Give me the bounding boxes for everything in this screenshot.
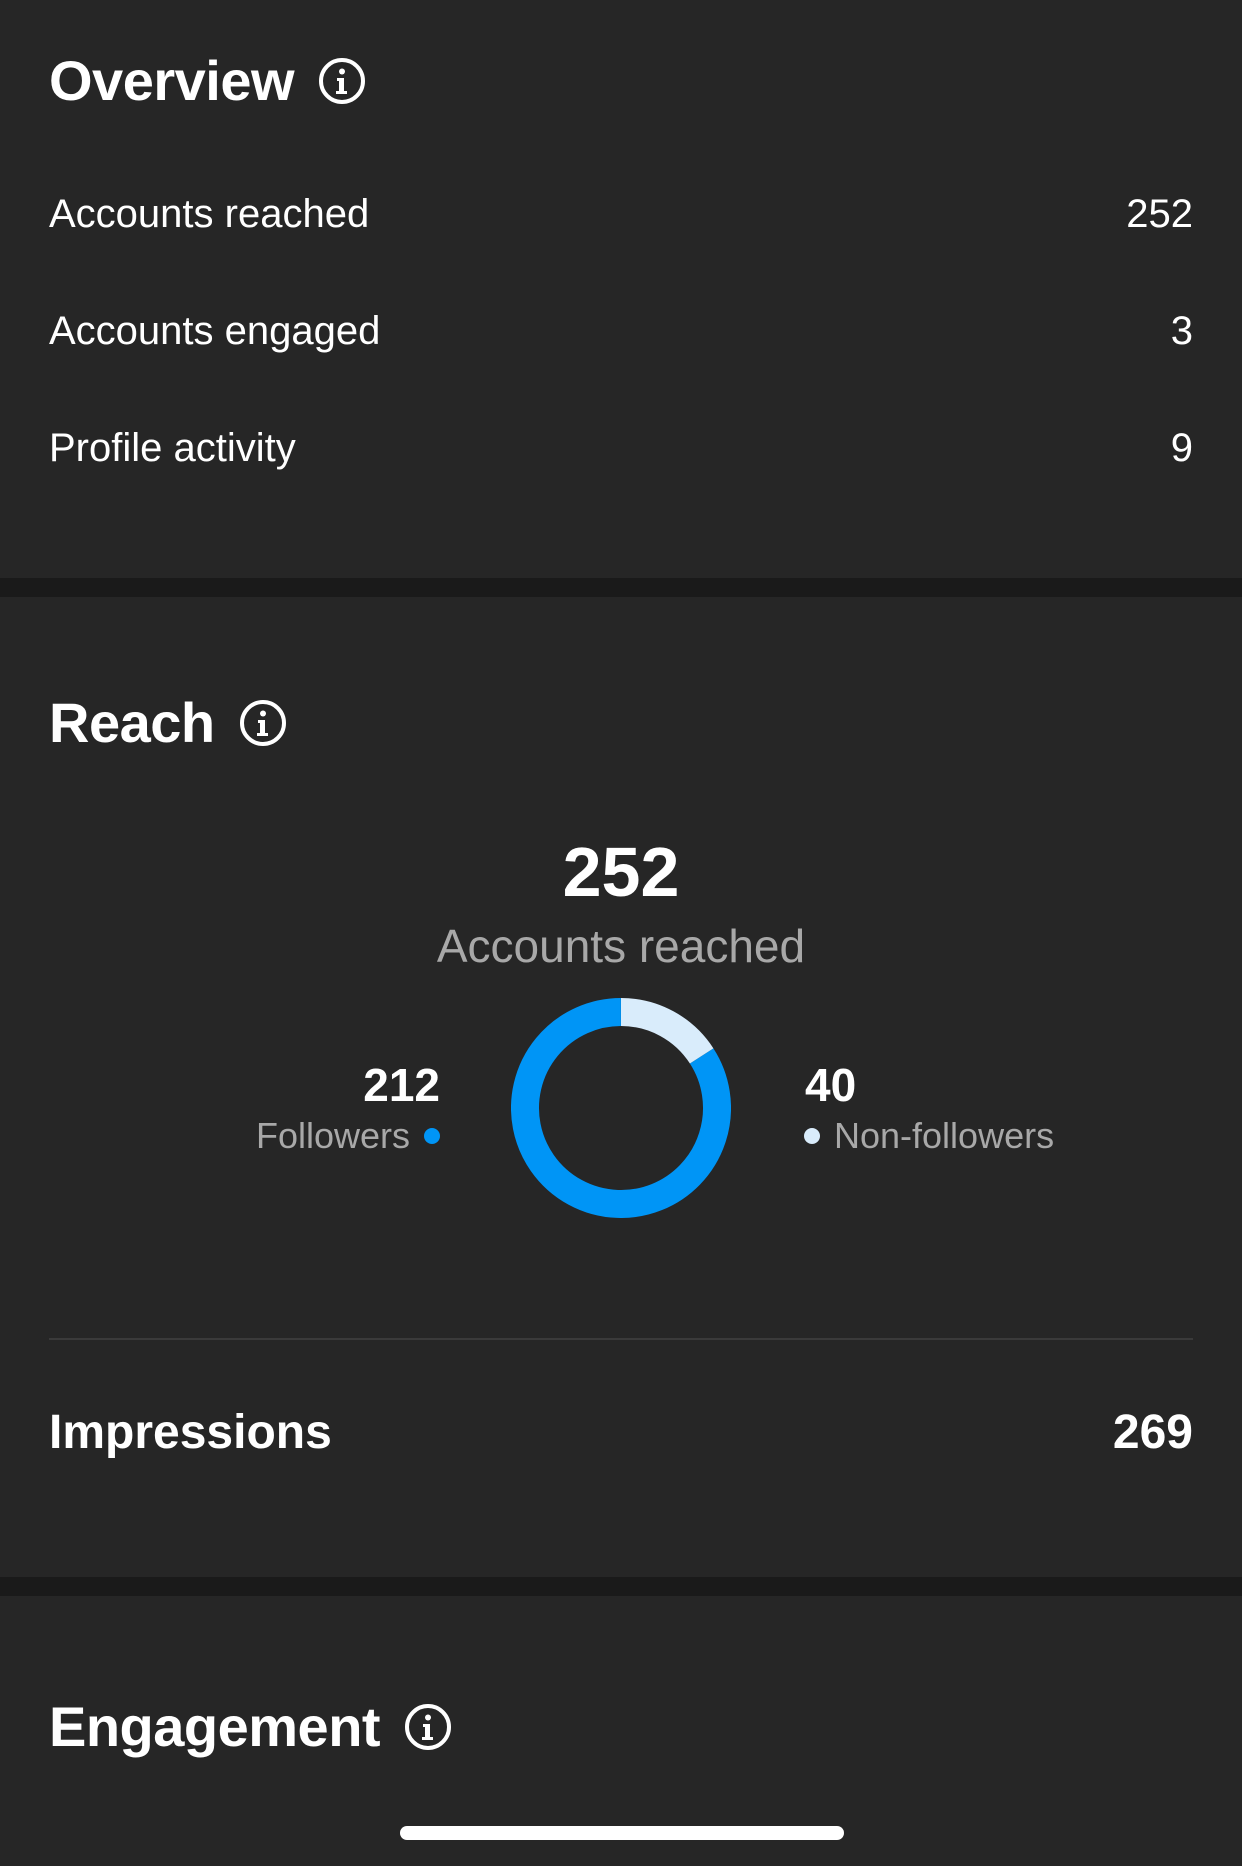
followers-legend: Followers	[256, 1115, 440, 1157]
reach-total-label: Accounts reached	[436, 920, 806, 972]
divider	[49, 1338, 1193, 1340]
reach-total-value: 252	[562, 833, 680, 911]
row-label: Accounts engaged	[49, 308, 381, 353]
non-followers-dot-icon	[804, 1128, 820, 1144]
overview-title: Overview	[49, 49, 295, 112]
overview-card: Overview Accounts reached 252 Accounts e…	[0, 0, 1242, 578]
info-icon[interactable]	[239, 699, 287, 747]
non-followers-legend: Non-followers	[804, 1115, 1054, 1157]
non-followers-label: Non-followers	[834, 1115, 1055, 1156]
followers-dot-icon	[424, 1128, 440, 1144]
overview-header: Overview	[49, 48, 366, 113]
impressions-row[interactable]: Impressions 269	[49, 1405, 1193, 1460]
engagement-header: Engagement	[49, 1694, 452, 1759]
followers-value: 212	[363, 1059, 440, 1111]
overview-row-accounts-reached[interactable]: Accounts reached 252	[49, 184, 1193, 244]
row-label: Profile activity	[49, 425, 296, 470]
row-value: 3	[1170, 308, 1193, 353]
followers-label: Followers	[255, 1115, 410, 1156]
non-followers-value: 40	[805, 1059, 857, 1111]
reach-card: Reach 252 Accounts reached 212 Followers…	[0, 597, 1242, 1577]
reach-title: Reach	[49, 691, 215, 754]
info-icon[interactable]	[318, 57, 366, 105]
engagement-title: Engagement	[49, 1695, 381, 1758]
info-icon[interactable]	[404, 1703, 452, 1751]
impressions-value: 269	[1112, 1406, 1193, 1459]
reach-donut-chart	[511, 998, 731, 1218]
overview-row-profile-activity[interactable]: Profile activity 9	[49, 418, 1193, 478]
donut-segment-non-followers	[620, 998, 714, 1064]
row-value: 9	[1170, 425, 1193, 470]
overview-row-accounts-engaged[interactable]: Accounts engaged 3	[49, 301, 1193, 361]
impressions-label: Impressions	[49, 1406, 332, 1459]
row-label: Accounts reached	[49, 191, 370, 236]
row-value: 252	[1126, 191, 1193, 236]
home-indicator[interactable]	[400, 1826, 844, 1840]
reach-header: Reach	[49, 690, 287, 755]
